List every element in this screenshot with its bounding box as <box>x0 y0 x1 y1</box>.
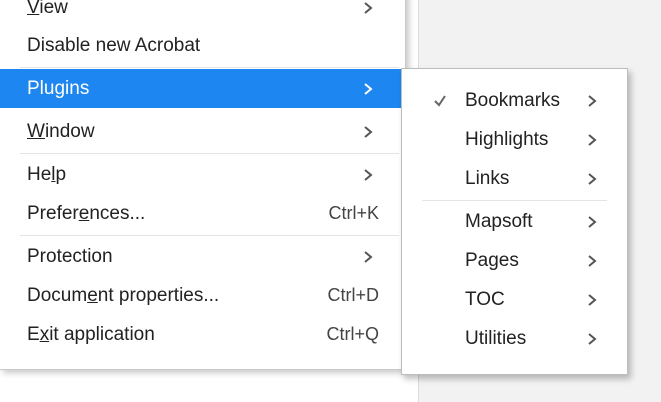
menu-item-help[interactable]: Help <box>0 155 403 194</box>
menu-item-document-properties[interactable]: Document properties... Ctrl+D <box>0 276 403 315</box>
chevron-right-icon <box>364 83 373 95</box>
submenu-item-label: Links <box>465 168 510 189</box>
chevron-right-icon <box>588 255 597 267</box>
menu-item-protection[interactable]: Protection <box>0 237 403 276</box>
chevron-right-icon <box>588 173 597 185</box>
submenu-separator <box>422 200 607 201</box>
submenu-item-links[interactable]: Links <box>402 159 627 198</box>
menu-item-window[interactable]: Window <box>0 112 403 151</box>
submenu-item-utilities[interactable]: Utilities <box>402 319 627 358</box>
menu-item-plugins[interactable]: Plugins <box>0 69 403 108</box>
menu-item-preferences[interactable]: Preferences... Ctrl+K <box>0 194 403 233</box>
menu-separator <box>20 67 399 68</box>
menu-item-label: Help <box>27 164 67 185</box>
menu-item-label: Window <box>27 121 95 142</box>
menu-item-disable-new-acrobat[interactable]: Disable new Acrobat <box>0 26 403 65</box>
chevron-right-icon <box>588 216 597 228</box>
chevron-right-icon <box>588 294 597 306</box>
submenu-item-label: Bookmarks <box>465 90 561 111</box>
menu-item-label: Exit application <box>27 324 155 345</box>
chevron-right-icon <box>364 126 373 138</box>
menu-item-view[interactable]: View <box>0 0 403 27</box>
chevron-right-icon <box>364 251 373 263</box>
submenu-item-label: Highlights <box>465 129 549 150</box>
menu-item-label: Protection <box>27 246 113 267</box>
menu-item-exit-application[interactable]: Exit application Ctrl+Q <box>0 315 403 354</box>
menu-item-label: View <box>27 0 68 18</box>
submenu-item-label: TOC <box>465 289 505 310</box>
submenu-item-pages[interactable]: Pages <box>402 241 627 280</box>
menu-item-label: Preferences... <box>27 203 146 224</box>
plugins-submenu: Bookmarks Highlights Links Mapsoft Pages… <box>401 68 628 375</box>
checkmark-icon <box>434 95 446 107</box>
menu-item-shortcut: Ctrl+Q <box>326 324 379 344</box>
submenu-item-highlights[interactable]: Highlights <box>402 120 627 159</box>
submenu-item-label: Mapsoft <box>465 211 533 232</box>
menu-item-label: Plugins <box>27 78 90 99</box>
chevron-right-icon <box>588 333 597 345</box>
submenu-item-bookmarks[interactable]: Bookmarks <box>402 81 627 120</box>
chevron-right-icon <box>364 2 373 14</box>
menu-item-label: Document properties... <box>27 285 220 306</box>
submenu-item-toc[interactable]: TOC <box>402 280 627 319</box>
chevron-right-icon <box>588 95 597 107</box>
menu-item-shortcut: Ctrl+K <box>328 203 379 223</box>
menu-separator <box>20 235 399 236</box>
chevron-right-icon <box>364 169 373 181</box>
main-menu: View Disable new Acrobat Plugins Window … <box>0 0 406 370</box>
menu-item-label: Disable new Acrobat <box>27 35 201 56</box>
submenu-item-label: Pages <box>465 250 519 271</box>
menu-separator <box>20 153 399 154</box>
chevron-right-icon <box>588 134 597 146</box>
menu-item-shortcut: Ctrl+D <box>327 285 379 305</box>
submenu-item-mapsoft[interactable]: Mapsoft <box>402 202 627 241</box>
submenu-item-label: Utilities <box>465 328 527 349</box>
